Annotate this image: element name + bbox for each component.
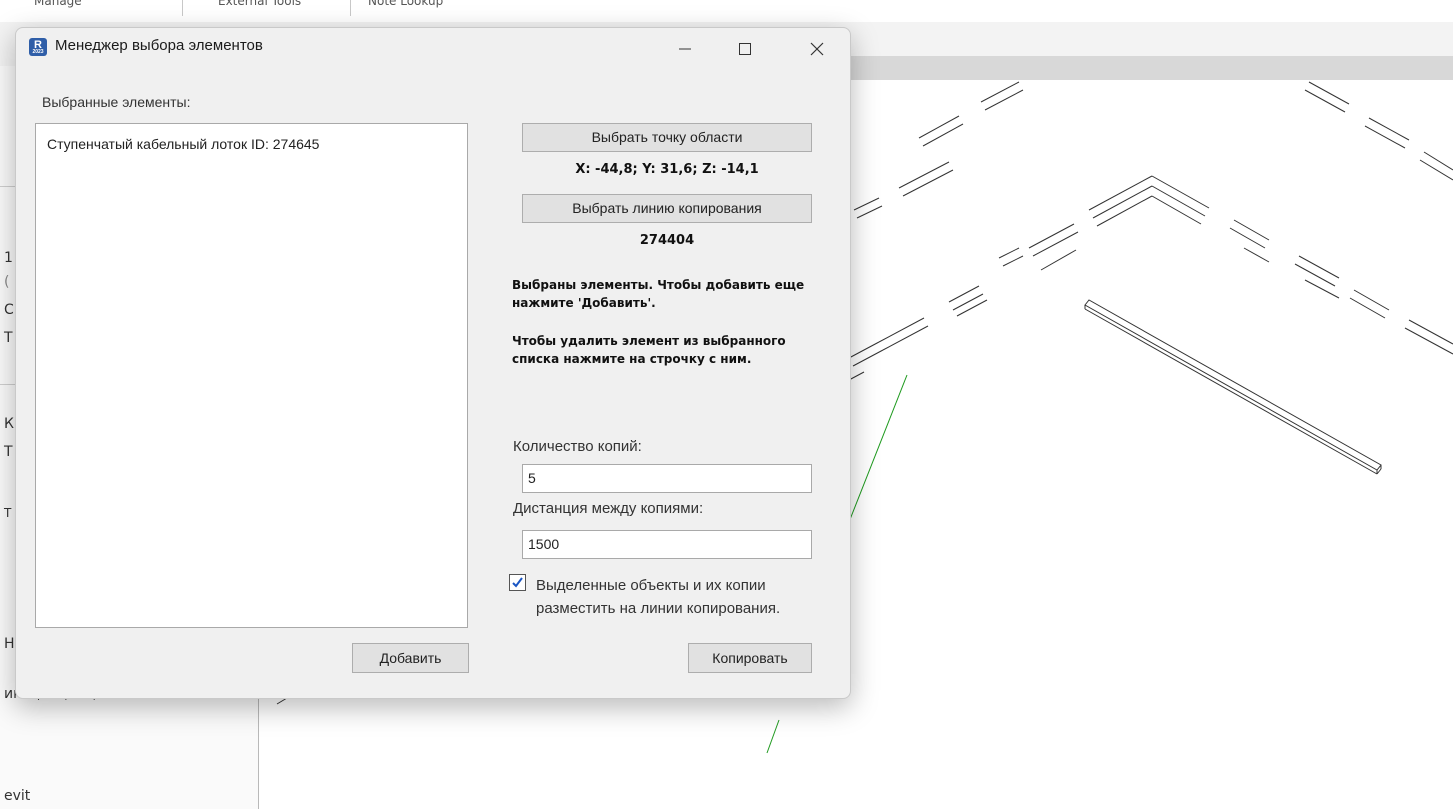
minimize-icon [679,48,691,50]
pick-copy-line-button[interactable]: Выбрать линию копирования [522,194,812,223]
revit-app-icon: R 2023 [29,38,47,56]
panel-text-fragment: Т [4,330,13,346]
tab-separator [350,0,351,16]
place-on-line-checkbox[interactable] [509,574,526,591]
ribbon-tab-manage[interactable]: Manage [34,0,82,8]
copies-count-label: Количество копий: [513,438,642,455]
remove-hint-text: Чтобы удалить элемент из выбранного спис… [512,334,786,366]
dialog-title: Менеджер выбора элементов [55,37,263,54]
element-selection-dialog: R 2023 Менеджер выбора элементов Выбранн… [15,27,851,699]
panel-text-fragment: 1 [4,250,13,266]
copy-line-id: 274404 [639,233,695,248]
place-on-line-label[interactable]: Выделенные объекты и их копии разместить… [536,574,846,620]
maximize-icon [739,43,751,55]
copies-count-input[interactable]: 5 [522,464,812,493]
add-hint-text: Выбраны элементы. Чтобы добавить еще наж… [512,278,805,310]
close-button[interactable] [794,28,840,70]
maximize-button[interactable] [722,28,768,70]
checkmark-icon [512,577,523,588]
tab-separator [182,0,183,16]
copy-button[interactable]: Копировать [688,643,812,673]
panel-text-fragment: Т [4,506,12,520]
add-button[interactable]: Добавить [352,643,469,673]
ribbon-tab-note-lookup[interactable]: Note Lookup [368,0,443,8]
panel-text-fragment: Н [4,636,15,652]
panel-text-fragment: Т [4,444,13,460]
panel-text-fragment: К [4,416,14,432]
selected-elements-list[interactable]: Ступенчатый кабельный лоток ID: 274645 [35,123,468,628]
view-tab-strip [850,56,1453,80]
coordinates-readout: X: -44,8; Y: 31,6; Z: -14,1 [575,162,759,177]
panel-text-fragment: evit [4,788,31,804]
close-icon [810,42,824,56]
ribbon-tab-bar: Manage External Tools Note Lookup [0,0,1453,23]
ribbon-tab-external-tools[interactable]: External Tools [218,0,301,8]
dialog-titlebar[interactable]: R 2023 Менеджер выбора элементов [16,28,850,70]
panel-text-fragment: С [4,302,14,318]
minimize-button[interactable] [662,28,708,70]
list-item[interactable]: Ступенчатый кабельный лоток ID: 274645 [47,136,319,152]
pick-area-point-button[interactable]: Выбрать точку области [522,123,812,152]
copy-distance-input[interactable]: 1500 [522,530,812,559]
selected-elements-label: Выбранные элементы: [42,94,191,110]
panel-text-fragment: ( [4,274,10,290]
copy-distance-label: Дистанция между копиями: [513,500,704,517]
